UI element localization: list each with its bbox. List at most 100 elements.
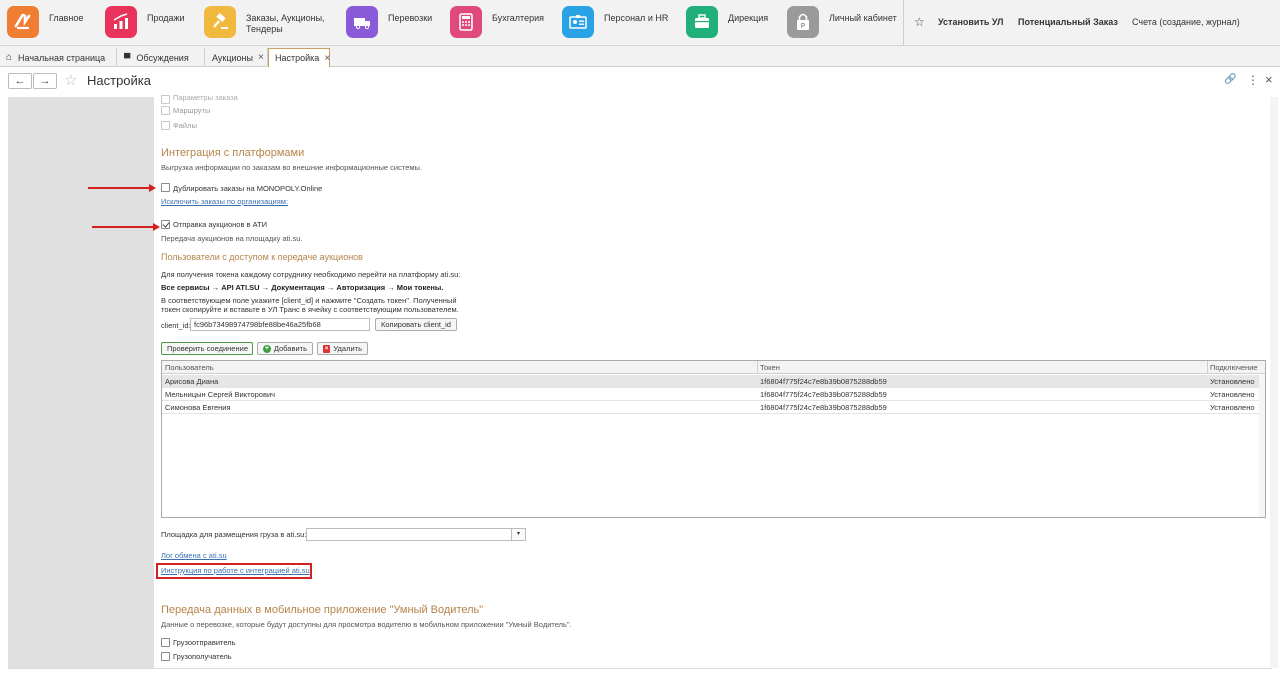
app-label: Бухгалтерия [492,13,544,23]
tab-label: Аукционы [212,52,253,63]
connection-cell: Установлено [1210,377,1255,386]
forward-button[interactable]: → [33,73,57,89]
close-tab-icon[interactable]: × [324,53,330,64]
app-label: Перевозки [388,13,433,23]
page-header: ← → ☆ Настройка 🔗 ⋮ × [0,68,1280,96]
client-id-label: client_id: [161,321,191,330]
add-icon: + [263,344,271,353]
add-label: Добавить [273,344,307,353]
tabs-bar: ⌂ Начальная страница ▀ Обсуждения Аукцио… [0,46,1280,67]
token-cell: 1f6804f775f24c7e8b39b0875288db59 [760,403,887,412]
install-ul-link[interactable]: Установить УЛ [938,17,1003,27]
divider [8,668,1272,669]
top-app-bar: Главное Продажи Заказы, Аукционы, Тендер… [0,0,1280,46]
table-row[interactable]: Арисова Диана 1f6804f775f24c7e8b39b08752… [162,375,1265,388]
table-header: Пользователь Токен Подключение [162,361,1265,374]
token-cell: 1f6804f775f24c7e8b39b0875288db59 [760,377,887,386]
delete-icon: × [323,344,331,353]
placement-select[interactable] [306,528,512,541]
red-arrow [92,223,160,231]
more-menu-icon[interactable]: ⋮ [1247,73,1259,87]
column-divider [757,361,758,374]
checkbox[interactable] [161,121,170,130]
mobile-heading: Передача данных в мобильное приложение "… [161,604,484,616]
users-access-heading: Пользователи с доступом к передаче аукци… [161,252,363,262]
table-scrollbar[interactable] [1259,375,1265,517]
favorite-star-icon[interactable]: ☆ [914,15,925,29]
app-direction[interactable]: Дирекция [686,6,768,40]
checkbox[interactable] [161,106,170,115]
app-main[interactable]: Главное [7,6,83,40]
tab-auctions[interactable]: Аукционы × [206,48,268,67]
red-arrow [88,184,156,192]
exchange-log-link[interactable]: Лог обмена с ati.su [161,551,227,560]
column-header[interactable]: Подключение [1210,363,1258,372]
user-cell: Арисова Диана [165,377,219,386]
column-header[interactable]: Пользователь [165,363,214,372]
app-label: Продажи [147,13,185,23]
gavel-icon [204,6,236,38]
calculator-icon [450,6,482,38]
tab-home[interactable]: ⌂ Начальная страница [0,48,117,67]
briefcase-icon [686,6,718,38]
link-icon[interactable]: 🔗 [1224,74,1236,85]
duplicate-orders-label: Дублировать заказы на MONOPOLY.Online [173,184,323,193]
delete-label: Удалить [333,344,362,353]
table-row[interactable]: Симонова Евгения 1f6804f775f24c7e8b39b08… [162,401,1265,414]
app-sales[interactable]: Продажи [105,6,185,40]
exclude-orders-link[interactable]: Исключить заказы по организациям: [161,197,288,206]
app-transport[interactable]: Перевозки [346,6,432,40]
app-hr[interactable]: Персонал и HR [562,6,668,40]
sales-chart-icon [105,6,137,38]
integration-heading: Интеграция с платформами [161,147,305,159]
back-button[interactable]: ← [8,73,32,89]
tab-settings[interactable]: Настройка × [268,48,330,67]
ati-auctions-description: Передача аукционов на площадку ati.su. [161,234,303,243]
token-instruction-text: Для получения токена каждому сотруднику … [161,270,461,279]
column-header[interactable]: Токен [760,363,780,372]
close-tab-icon[interactable]: × [258,52,264,63]
check-connection-button[interactable]: Проверить соединение [161,342,253,355]
highlight-box [156,563,312,579]
copy-client-id-button[interactable]: Копировать client_id [375,318,457,331]
shipper-checkbox[interactable] [161,638,170,647]
accounts-link[interactable]: Счета (создание, журнал) [1132,17,1240,27]
consignee-label: Грузополучатель [173,652,232,661]
table-row[interactable]: Мельницын Сергей Викторович 1f6804f775f2… [162,388,1265,401]
ati-auctions-checkbox[interactable] [161,220,170,229]
users-table[interactable]: Пользователь Токен Подключение Арисова Д… [161,360,1266,518]
app-label: Главное [49,13,84,23]
check-label: Маршруты [173,106,211,115]
chevron-down-icon[interactable]: ▾ [511,528,526,541]
app-label: Дирекция [728,13,769,23]
app-accounting[interactable]: Бухгалтерия [450,6,544,40]
toolbar-divider [903,0,904,46]
favorite-star-icon[interactable]: ☆ [64,71,77,89]
truck-icon [346,6,378,38]
token-instruction-text: В соответствующем поле укажите [client_i… [161,296,457,305]
app-label: Личный кабинет [829,13,897,23]
user-cell: Симонова Евгения [165,403,231,412]
main-logo-icon [7,6,39,38]
close-icon[interactable]: × [1265,72,1273,87]
scrollbar[interactable] [1270,97,1278,668]
consignee-checkbox[interactable] [161,652,170,661]
integration-description: Выгрузка информации по заказам во внешни… [161,163,422,172]
delete-button[interactable]: × Удалить [317,342,368,355]
potential-order-link[interactable]: Потенциальный Заказ [1018,17,1118,27]
connection-cell: Установлено [1210,403,1255,412]
chat-icon: ▀ [124,52,131,63]
shipper-label: Грузоотправитель [173,638,236,647]
app-orders[interactable]: Заказы, Аукционы, Тендеры [204,6,325,40]
checkbox[interactable] [161,95,170,104]
add-button[interactable]: + Добавить [257,342,313,355]
tab-label: Настройка [275,53,320,63]
tab-discussions[interactable]: ▀ Обсуждения [118,48,205,67]
client-id-field[interactable]: fc96b73498974798bfe88be46a25fb68 [190,318,370,331]
page-title: Настройка [87,73,151,88]
token-cell: 1f6804f775f24c7e8b39b0875288db59 [760,390,887,399]
duplicate-orders-checkbox[interactable] [161,183,170,192]
token-instruction-text: токен скопируйте и вставьте в УЛ Транс в… [161,305,459,314]
app-cabinet[interactable]: P Личный кабинет [787,6,897,40]
placement-label: Площадка для размещения груза в ati.su: [161,530,307,539]
